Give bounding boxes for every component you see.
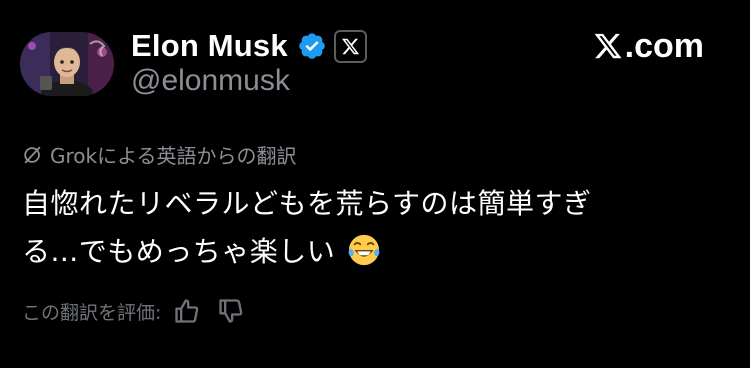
x-affiliate-badge-icon[interactable] xyxy=(333,29,367,63)
thumbs-down-icon[interactable] xyxy=(217,297,245,325)
brand-domain-text: .com xyxy=(624,26,704,65)
author-name[interactable]: Elon Musk xyxy=(131,28,288,64)
translate-icon xyxy=(24,146,41,163)
tweet-text-line-2: る...でもめっちゃ楽しい xyxy=(22,235,336,268)
tears-of-joy-emoji-icon xyxy=(348,234,379,266)
tweet-text: 自惚れたリベラルどもを荒らすのは簡単すぎ る...でもめっちゃ楽しい xyxy=(22,180,722,276)
avatar-image xyxy=(20,32,114,96)
translation-rating: この翻訳を評価: xyxy=(22,297,245,325)
avatar[interactable] xyxy=(20,32,114,96)
thumbs-up-icon[interactable] xyxy=(173,297,201,325)
x-com-logo: .com xyxy=(593,25,704,67)
author-handle[interactable]: @elonmusk xyxy=(131,64,290,98)
x-logo-icon xyxy=(594,33,622,59)
tweet-text-line-1: 自惚れたリベラルどもを荒らすのは簡単すぎ xyxy=(22,187,592,220)
author-name-row: Elon Musk xyxy=(131,25,367,67)
verified-badge-icon[interactable] xyxy=(297,31,327,61)
rating-label: この翻訳を評価: xyxy=(22,301,162,324)
translation-label-text: Grokによる英語からの翻訳 xyxy=(50,144,297,168)
tweet-text-line-2-wrapper: る...でもめっちゃ楽しい xyxy=(22,228,722,276)
translation-attribution: Grokによる英語からの翻訳 xyxy=(22,140,297,169)
